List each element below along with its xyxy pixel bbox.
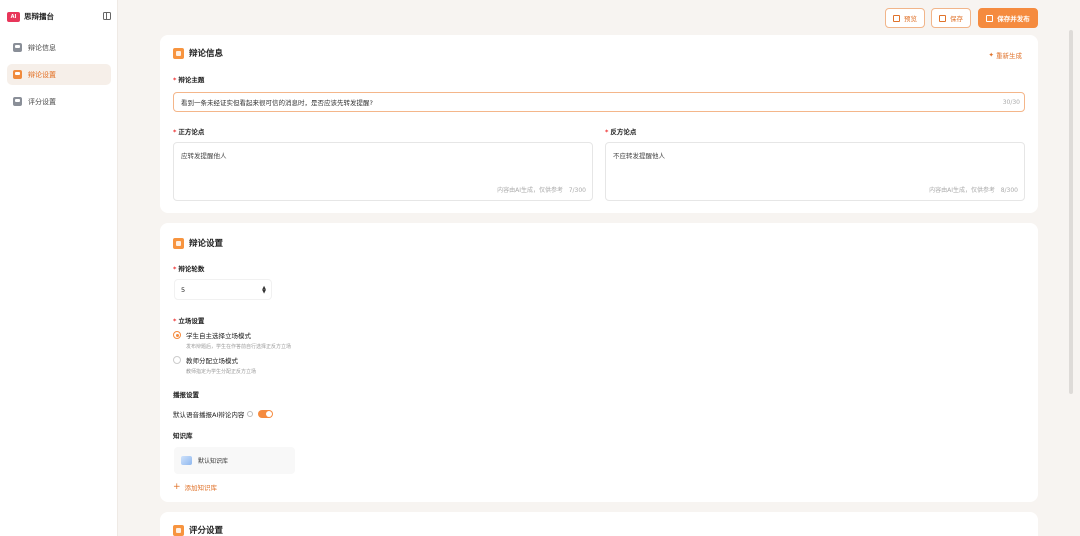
card-title-text: 辩论设置	[189, 239, 224, 249]
required-mark: *	[173, 265, 177, 273]
con-label: * 反方论点	[605, 128, 637, 136]
topic-label: * 辩论主题	[173, 76, 205, 84]
rounds-label: * 辩论轮数	[173, 265, 205, 273]
sparkle-icon: ✦	[988, 51, 994, 59]
stance-label: * 立场设置	[173, 317, 205, 325]
con-argument-textarea[interactable]: 不应转发提醒他人 内容由AI生成，仅供参考 8/300	[605, 142, 1025, 201]
save-publish-label: 保存并发布	[997, 15, 1030, 23]
save-publish-button[interactable]: 保存并发布	[978, 8, 1038, 28]
save-icon	[939, 14, 946, 22]
brand: AI 思辩擂台	[7, 11, 54, 22]
radio-unselected-icon[interactable]	[173, 356, 181, 364]
required-mark: *	[173, 128, 177, 136]
knowledge-base-item[interactable]: 默认知识库	[174, 447, 295, 474]
logo-icon: AI	[7, 11, 20, 22]
regenerate-label: 重新生成	[996, 52, 1022, 60]
topic-value: 看到一条未经证实但看起来很可信的消息时，是否应该先转发提醒?	[181, 99, 373, 107]
stepper-arrows-icon[interactable]: ▲ ▼	[262, 286, 266, 295]
knowledge-base-name: 默认知识库	[198, 458, 229, 465]
required-mark: *	[173, 317, 177, 325]
required-mark: *	[605, 128, 609, 136]
stance-option-text: 教师分配立场模式 教师指定为学生分配正反方立场	[186, 357, 257, 375]
card-title-text: 辩论信息	[189, 49, 224, 59]
publish-icon	[986, 14, 994, 22]
sidebar: AI 思辩擂台 辩论信息 辩论设置 评分设置	[0, 0, 118, 536]
broadcast-toggle[interactable]	[258, 410, 274, 418]
card-title-text: 评分设置	[189, 526, 224, 536]
sidebar-item-label: 辩论设置	[28, 70, 56, 79]
broadcast-label: 播报设置	[173, 391, 199, 399]
brand-name: 思辩擂台	[24, 12, 54, 21]
regenerate-button[interactable]: ✦ 重新生成	[989, 50, 1022, 60]
rounds-value: 5	[181, 285, 186, 294]
score-icon	[13, 97, 22, 106]
sidebar-item-label: 评分设置	[28, 97, 56, 106]
add-knowledge-base-button[interactable]: + 添加知识库	[173, 482, 218, 493]
score-settings-card: 评分设置	[160, 512, 1038, 536]
card-title: 评分设置	[173, 524, 223, 536]
save-label: 保存	[950, 15, 963, 23]
pro-value: 应转发提醒他人	[181, 152, 227, 160]
info-icon[interactable]	[247, 411, 254, 417]
stance-option-text: 学生自主选择立场模式 发布辩题后，学生在作答前自行选择正反方立场	[186, 332, 292, 350]
card-title: 辩论设置	[173, 237, 223, 249]
broadcast-toggle-label: 默认语音播报AI辩论内容	[173, 411, 245, 419]
stance-option-teacher[interactable]: 教师分配立场模式 教师指定为学生分配正反方立场	[173, 355, 256, 375]
debate-info-card: 辩论信息 ✦ 重新生成 * 辩论主题 看到一条未经证实但看起来很可信的消息时，是否…	[160, 35, 1038, 213]
sidebar-item-debate-settings[interactable]: 辩论设置	[7, 64, 111, 85]
preview-icon	[893, 14, 900, 22]
broadcast-row: 默认语音播报AI辩论内容	[173, 409, 274, 419]
collapse-sidebar-icon[interactable]	[103, 12, 111, 20]
sidebar-item-score-settings[interactable]: 评分设置	[7, 91, 111, 112]
topic-input[interactable]: 看到一条未经证实但看起来很可信的消息时，是否应该先转发提醒? 30/30	[173, 92, 1025, 112]
save-button[interactable]: 保存	[931, 8, 971, 28]
radio-selected-icon[interactable]	[173, 331, 181, 339]
rounds-stepper[interactable]: 5 ▲ ▼	[174, 279, 272, 300]
con-value: 不应转发提醒他人	[613, 152, 665, 160]
doc-icon	[13, 43, 22, 52]
add-knowledge-base-label: 添加知识库	[184, 484, 218, 492]
sidebar-item-label: 辩论信息	[28, 43, 56, 52]
settings-title-icon	[173, 237, 184, 249]
pro-argument-textarea[interactable]: 应转发提醒他人 内容由AI生成，仅供参考 7/300	[173, 142, 593, 201]
plus-icon: +	[173, 482, 181, 492]
debate-settings-card: 辩论设置 * 辩论轮数 5 ▲ ▼ * 立场设置 学生自主选择立场模式 发布辩题后，学…	[160, 223, 1038, 502]
preview-label: 预览	[904, 15, 917, 23]
sidebar-item-debate-info[interactable]: 辩论信息	[7, 37, 111, 58]
score-title-icon	[173, 524, 184, 536]
required-mark: *	[173, 76, 177, 84]
knowledge-base-label: 知识库	[173, 432, 193, 440]
topic-counter: 30/30	[1002, 98, 1020, 106]
settings-icon	[13, 70, 22, 79]
scrollbar[interactable]	[1069, 30, 1073, 394]
stance-option-student[interactable]: 学生自主选择立场模式 发布辩题后，学生在作答前自行选择正反方立场	[173, 330, 291, 350]
card-title: 辩论信息	[173, 47, 223, 59]
knowledge-base-icon	[181, 456, 192, 465]
pro-label: * 正方论点	[173, 128, 205, 136]
con-hint: 内容由AI生成，仅供参考 8/300	[929, 187, 1018, 194]
info-title-icon	[173, 47, 184, 59]
preview-button[interactable]: 预览	[885, 8, 925, 28]
pro-hint: 内容由AI生成，仅供参考 7/300	[497, 187, 586, 194]
